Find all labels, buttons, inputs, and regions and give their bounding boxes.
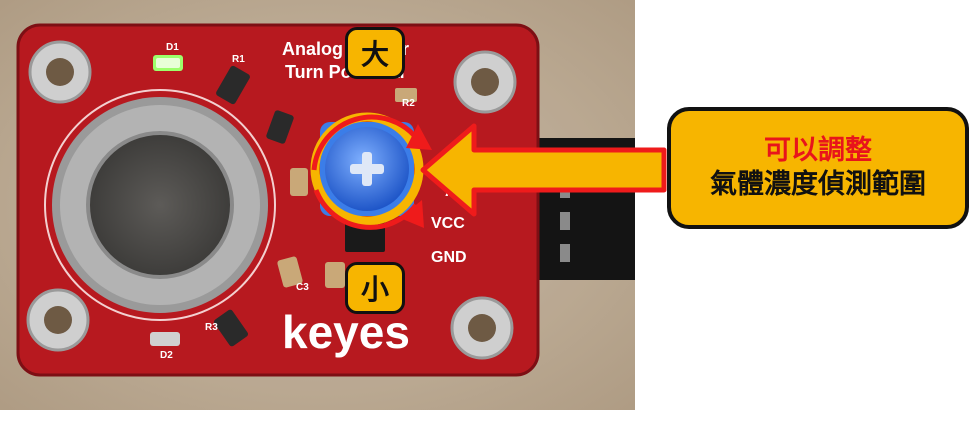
gas-sensor [52,97,268,313]
label-small: 小 [345,262,405,314]
label-d2: D2 [160,350,173,361]
callout-line-1: 可以調整 [764,135,872,166]
led-d2 [150,332,180,346]
label-r3: R3 [205,322,218,333]
led-d1 [153,55,183,71]
photo-stage: Analog Sensor Turn Potential D1 D2 R1 R2… [0,0,977,418]
label-big: 大 [345,27,405,79]
callout-line-2: 氣體濃度偵測範圍 [710,169,926,200]
label-d1: D1 [166,42,179,53]
label-r1: R1 [232,54,245,65]
pin-vcc: VCC [431,215,465,232]
label-c3: C3 [296,282,309,293]
pin-gnd: GND [431,249,467,266]
callout-box: 可以調整 氣體濃度偵測範圍 [667,107,969,229]
label-r2: R2 [402,98,415,109]
